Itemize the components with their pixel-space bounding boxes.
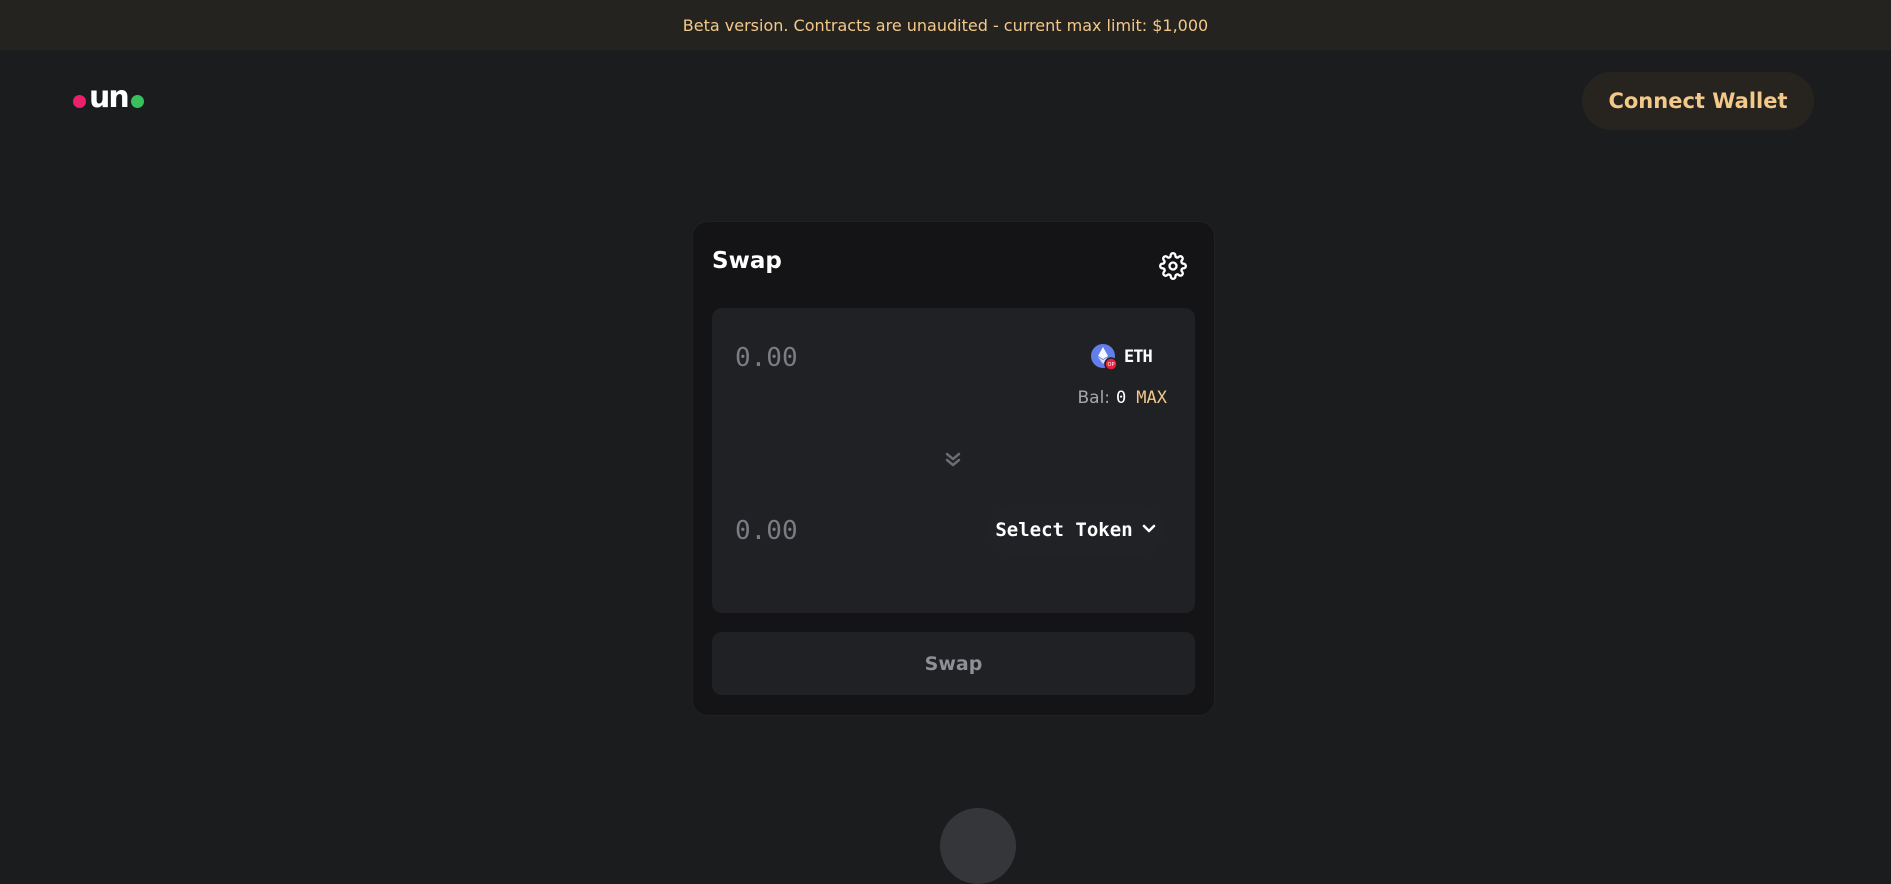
logo-pink-dot xyxy=(73,94,86,108)
logo-text: un xyxy=(89,80,130,115)
from-token-selector[interactable]: OP ETH xyxy=(1090,342,1153,372)
uno-logo[interactable]: un xyxy=(73,80,144,116)
max-button[interactable]: MAX xyxy=(1136,388,1167,408)
svg-text:OP: OP xyxy=(1108,362,1115,368)
chevron-down-icon xyxy=(1141,519,1157,541)
connect-wallet-button[interactable]: Connect Wallet xyxy=(1582,72,1814,130)
from-amount-input[interactable] xyxy=(735,340,935,376)
to-amount-input[interactable] xyxy=(735,513,935,549)
balance-value: 0 xyxy=(1116,388,1127,408)
from-token-symbol: ETH xyxy=(1124,347,1153,367)
floating-circle xyxy=(940,808,1016,884)
swap-input-panel: OP ETH Bal: 0 MAX Select Token xyxy=(712,308,1195,613)
balance-label: Bal: xyxy=(1077,388,1111,408)
gear-icon[interactable] xyxy=(1159,252,1187,280)
eth-icon: OP xyxy=(1090,343,1118,371)
swap-card: Swap OP ETH Bal: 0 MAX xyxy=(692,221,1215,716)
beta-banner-text: Beta version. Contracts are unaudited - … xyxy=(682,15,1209,35)
balance-row: Bal: 0 MAX xyxy=(1078,388,1168,408)
double-chevron-down-icon[interactable] xyxy=(942,448,964,470)
swap-button[interactable]: Swap xyxy=(712,632,1195,695)
select-token-button[interactable]: Select Token xyxy=(988,504,1164,556)
swap-card-title: Swap xyxy=(712,248,782,274)
logo-green-dot xyxy=(130,94,144,108)
select-token-label: Select Token xyxy=(995,519,1133,541)
beta-banner: Beta version. Contracts are unaudited - … xyxy=(0,0,1891,50)
